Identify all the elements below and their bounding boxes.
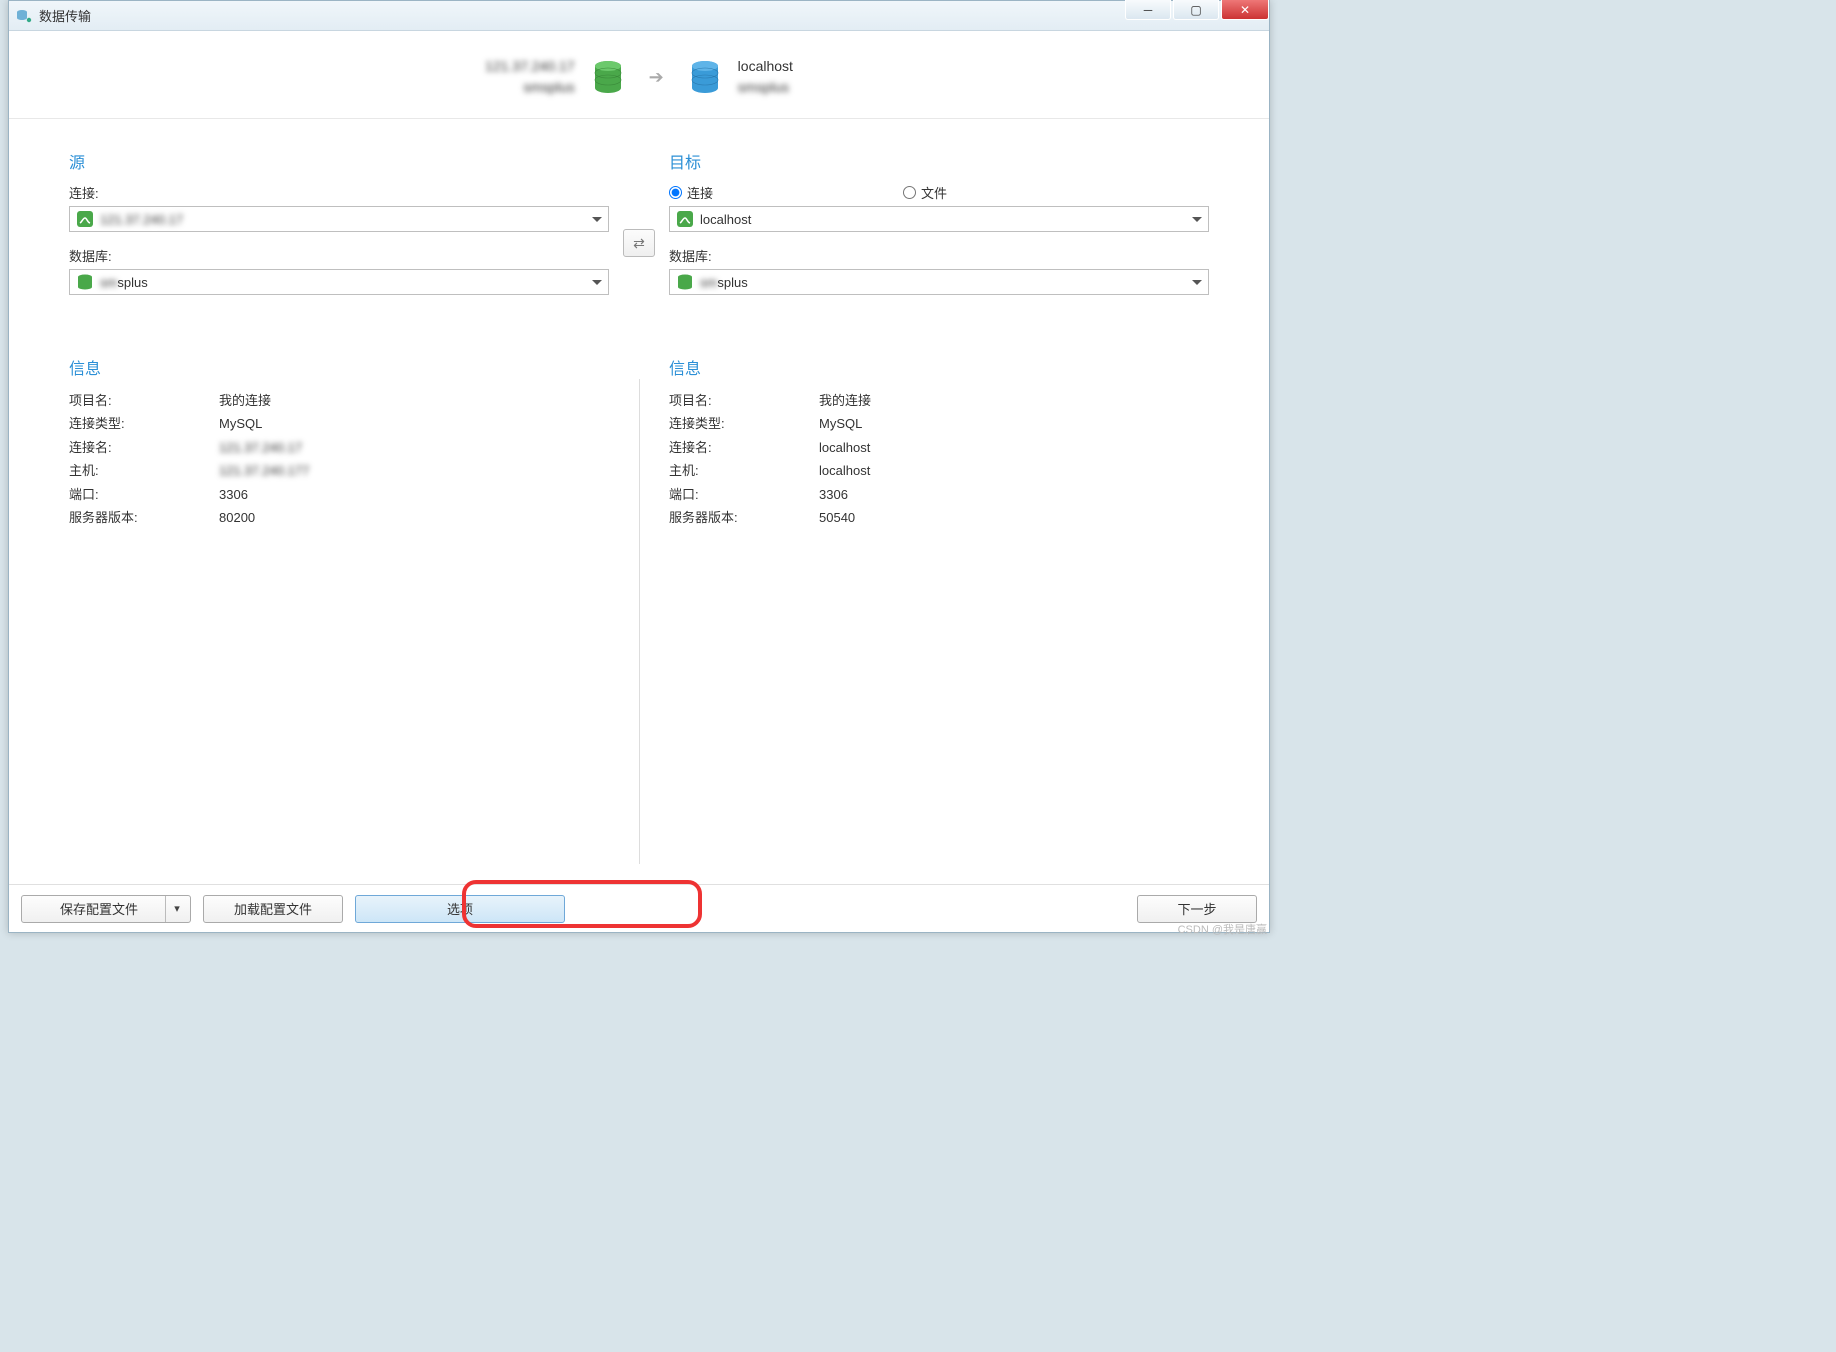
chevron-down-icon bbox=[1192, 280, 1202, 285]
footer: 保存配置文件 加载配置文件 选项 下一步 bbox=[9, 884, 1269, 932]
info-title: 信息 bbox=[69, 355, 609, 379]
source-conn-label: 连接: bbox=[69, 183, 609, 202]
source-info: 信息 项目名:我的连接 连接类型:MySQL 连接名:121.37.240.17… bbox=[69, 355, 609, 529]
chevron-down-icon bbox=[592, 280, 602, 285]
source-connection-combo[interactable]: 121.37.240.17 bbox=[69, 206, 609, 232]
chevron-down-icon bbox=[1192, 217, 1202, 222]
options-button[interactable]: 选项 bbox=[355, 895, 565, 923]
source-title: 源 bbox=[69, 149, 609, 173]
target-connection-combo[interactable]: localhost bbox=[669, 206, 1209, 232]
source-column: 源 连接: 121.37.240.17 数据库: smsplus 信息 项目名:… bbox=[69, 149, 639, 874]
database-icon-green bbox=[593, 60, 623, 94]
maximize-button[interactable]: ▢ bbox=[1173, 0, 1219, 20]
mysql-icon bbox=[76, 210, 94, 228]
app-icon bbox=[15, 7, 33, 25]
target-radio-connection[interactable]: 连接 bbox=[669, 183, 713, 202]
summary-banner: 121.37.240.17 smsplus ➔ localhost smsplu… bbox=[9, 31, 1269, 119]
window-title: 数据传输 bbox=[39, 6, 91, 25]
close-button[interactable]: ✕ bbox=[1221, 0, 1269, 20]
database-icon-blue bbox=[690, 60, 720, 94]
target-radio-file[interactable]: 文件 bbox=[903, 183, 947, 202]
data-transfer-window: 数据传输 ─ ▢ ✕ 121.37.240.17 smsplus ➔ local… bbox=[8, 0, 1270, 933]
content-area: 121.37.240.17 smsplus ➔ localhost smsplu… bbox=[9, 31, 1269, 932]
vertical-separator bbox=[639, 379, 640, 864]
swap-button[interactable]: ⇄ bbox=[623, 229, 655, 257]
target-column: 目标 连接 文件 localhost 数据库: smsplus bbox=[639, 149, 1209, 874]
source-database-combo[interactable]: smsplus bbox=[69, 269, 609, 295]
arrow-right-icon: ➔ bbox=[649, 67, 664, 88]
watermark: CSDN @我是唐赢 bbox=[1178, 921, 1267, 937]
main-area: 源 连接: 121.37.240.17 数据库: smsplus 信息 项目名:… bbox=[9, 119, 1269, 884]
summary-target-text: localhost smsplus bbox=[738, 56, 793, 98]
source-db-label: 数据库: bbox=[69, 246, 609, 265]
database-icon bbox=[676, 273, 694, 291]
next-button[interactable]: 下一步 bbox=[1137, 895, 1257, 923]
save-profile-button[interactable]: 保存配置文件 bbox=[21, 895, 191, 923]
target-db-label: 数据库: bbox=[669, 246, 1209, 265]
info-title: 信息 bbox=[669, 355, 1209, 379]
target-info: 信息 项目名:我的连接 连接类型:MySQL 连接名:localhost 主机:… bbox=[669, 355, 1209, 529]
minimize-button[interactable]: ─ bbox=[1125, 0, 1171, 20]
load-profile-button[interactable]: 加载配置文件 bbox=[203, 895, 343, 923]
chevron-down-icon bbox=[592, 217, 602, 222]
target-database-combo[interactable]: smsplus bbox=[669, 269, 1209, 295]
database-icon bbox=[76, 273, 94, 291]
target-title: 目标 bbox=[669, 149, 1209, 173]
titlebar[interactable]: 数据传输 ─ ▢ ✕ bbox=[9, 1, 1269, 31]
mysql-icon bbox=[676, 210, 694, 228]
summary-source-text: 121.37.240.17 smsplus bbox=[485, 56, 575, 98]
